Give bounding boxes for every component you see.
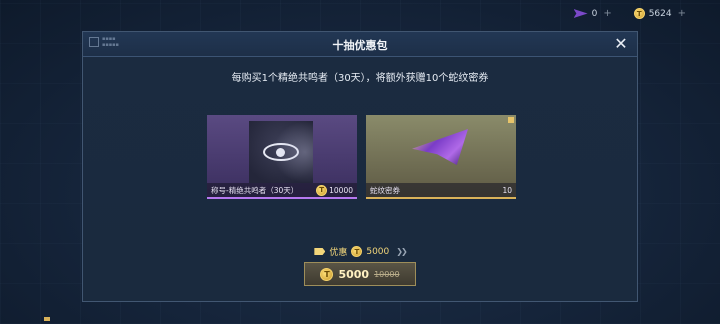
coin-icon: T (633, 8, 645, 19)
modal-header: ▪▪▪▪ ▪▪▪▪▪ 十抽优惠包 ✕ (83, 32, 637, 57)
chevron-right-icon[interactable]: ❯❯ (396, 247, 407, 256)
add-ticket-button[interactable]: + (603, 8, 611, 19)
discount-amount: 5000 (366, 246, 390, 257)
card-value: T 10000 (316, 184, 353, 196)
eye-emblem-icon (263, 143, 299, 161)
ticket-count: 0 (591, 8, 598, 19)
buy-button[interactable]: T 5000 10000 (304, 262, 416, 286)
coin-icon: T (351, 246, 363, 257)
modal-title: 十抽优惠包 (332, 39, 388, 52)
add-coin-button[interactable]: + (678, 8, 686, 19)
reward-card-ticket[interactable]: 蛇纹密券 10 (366, 115, 516, 199)
card-label: 称号-精绝共鸣者（30天） (211, 185, 299, 195)
card-value-text: 10 (502, 185, 512, 195)
card-label: 蛇纹密券 (370, 185, 400, 195)
title-emblem-image (249, 121, 313, 183)
ticket-currency: 0 + (573, 8, 612, 19)
coin-icon: T (316, 184, 328, 196)
reward-card-title[interactable]: 称号-精绝共鸣者（30天） T 10000 (207, 115, 357, 199)
card-footer: 蛇纹密券 10 (366, 183, 516, 197)
discount-tag-icon (314, 248, 326, 255)
card-value-text: 10000 (329, 185, 353, 195)
status-icon (44, 317, 50, 321)
bundle-modal: ▪▪▪▪ ▪▪▪▪▪ 十抽优惠包 ✕ 每购买1个精绝共鸣者（30天），将额外获赠1… (82, 31, 638, 302)
card-footer: 称号-精绝共鸣者（30天） T 10000 (207, 183, 357, 197)
close-button[interactable]: ✕ (613, 36, 629, 52)
ticket-icon (573, 9, 588, 18)
original-price: 10000 (374, 269, 400, 279)
currency-bar: 0 + T 5624 + (573, 8, 686, 19)
discount-row: 优惠 T 5000 ❯❯ (83, 245, 637, 258)
buy-price: 5000 (338, 267, 370, 281)
bundle-description: 每购买1个精绝共鸣者（30天），将额外获赠10个蛇纹密券 (231, 73, 489, 84)
bottom-status (44, 317, 50, 321)
coin-currency: T 5624 + (633, 8, 686, 19)
corner-marker (508, 117, 514, 123)
discount-label: 优惠 (329, 248, 348, 258)
coin-icon: T (320, 267, 334, 281)
serpent-ticket-image (412, 129, 468, 165)
coin-count: 5624 (648, 8, 672, 19)
